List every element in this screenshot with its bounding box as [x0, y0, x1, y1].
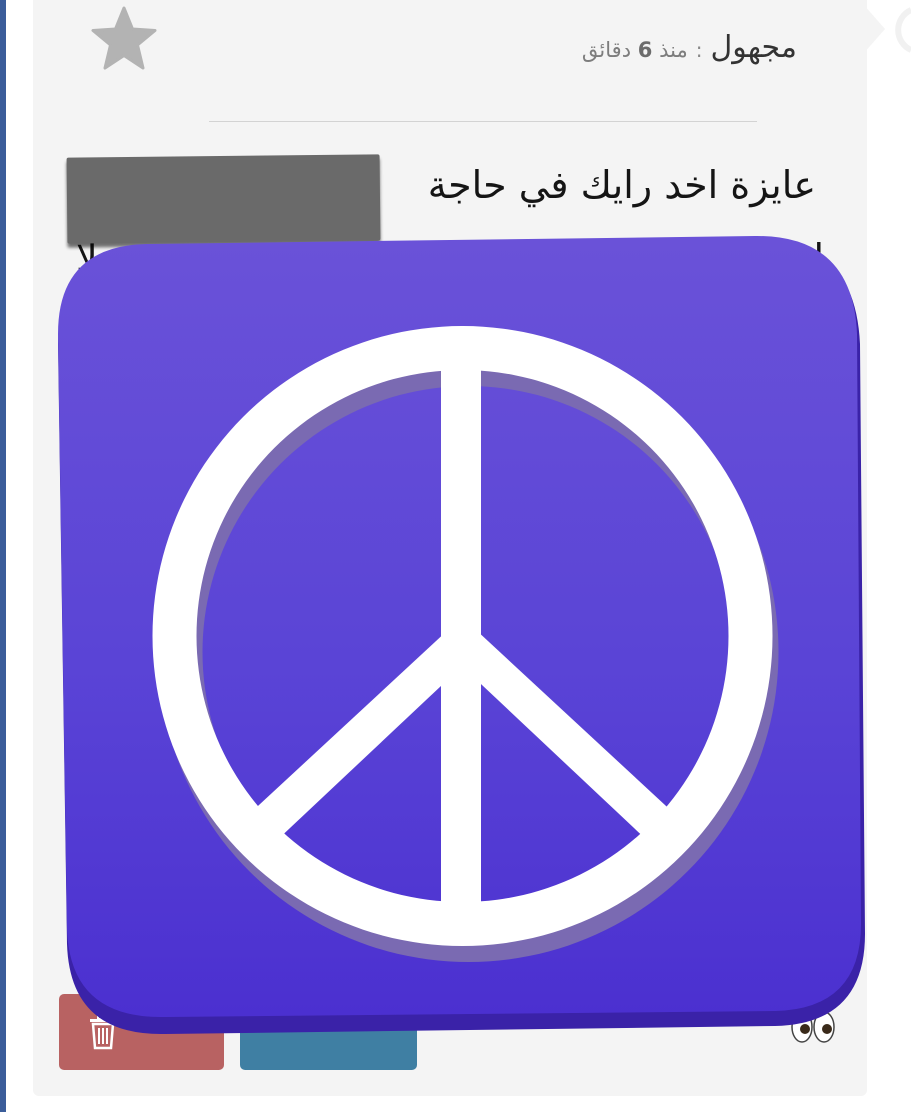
time-unit: دقائق [581, 38, 632, 62]
speech-bubble-tip [863, 4, 911, 54]
time-prefix: منذ [659, 38, 688, 62]
author-name: مجهول [710, 30, 797, 65]
peace-sign-sticker [58, 235, 865, 1035]
post-body-line-1: عايزة اخد رايك في حاجة [427, 163, 816, 207]
star-icon[interactable] [90, 6, 158, 72]
post-meta: مجهول : منذ 6 دقائق [582, 30, 797, 65]
post-time: منذ 6 دقائق [582, 38, 688, 62]
header-divider [209, 121, 757, 122]
time-value: 6 [637, 38, 653, 62]
meta-separator: : [695, 38, 703, 62]
redaction-block [66, 154, 381, 244]
page: مجهول : منذ 6 دقائق عايزة اخد رايك في حا… [0, 0, 911, 1112]
sidebar-accent-rule [0, 0, 6, 1112]
